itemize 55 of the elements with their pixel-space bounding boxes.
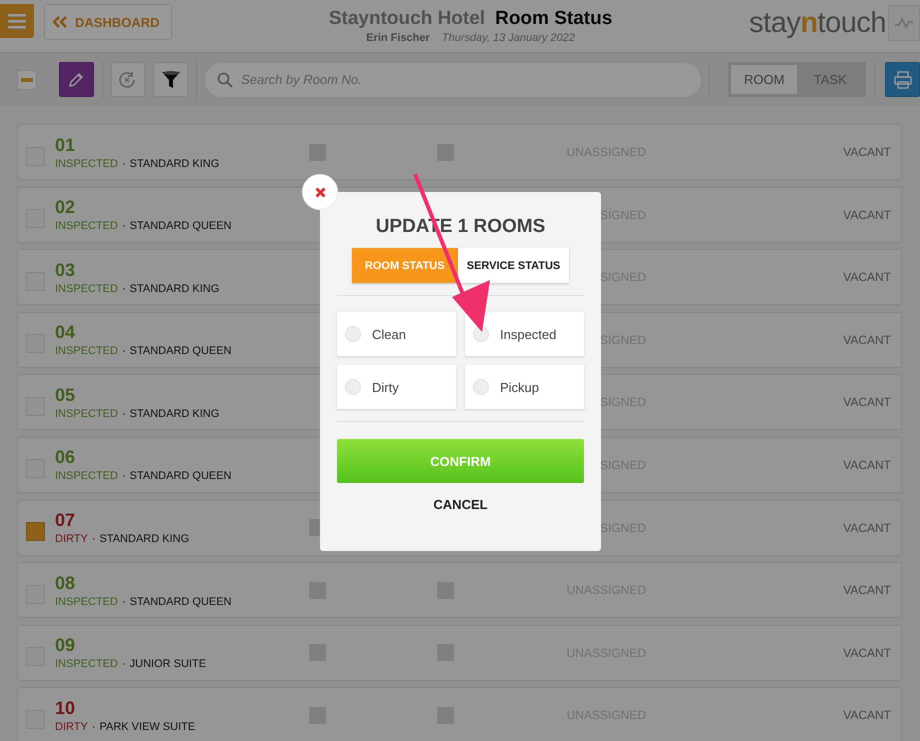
separator-dot: · xyxy=(122,220,126,232)
room-number: 01 xyxy=(55,134,76,156)
separator-dot: · xyxy=(122,658,126,670)
room-number: 02 xyxy=(55,197,76,218)
room-status: INSPECTED xyxy=(55,470,118,482)
room-status: INSPECTED xyxy=(55,658,118,670)
separator-dot: · xyxy=(92,720,96,733)
occupancy-text: VACANT xyxy=(843,145,891,159)
room-number: 04 xyxy=(55,322,76,344)
hotel-name: Stayntouch Hotel xyxy=(328,8,486,30)
room-status: INSPECTED xyxy=(55,408,118,420)
room-type: STANDARD QUEEN xyxy=(130,220,232,232)
separator-dot: · xyxy=(122,282,126,295)
occupancy-text: VACANT xyxy=(843,708,891,722)
occupancy-text: VACANT xyxy=(843,458,891,472)
room-status: INSPECTED xyxy=(55,220,118,232)
room-status: INSPECTED xyxy=(55,596,118,608)
occupancy-text: VACANT xyxy=(843,583,891,598)
separator-dot: · xyxy=(122,470,126,482)
room-status: DIRTY xyxy=(55,720,88,733)
room-number: 08 xyxy=(55,572,76,594)
occupancy-text: VACANT xyxy=(843,395,891,410)
separator-dot: · xyxy=(92,533,96,546)
room-type: STANDARD KING xyxy=(130,282,220,295)
room-type: STANDARD KING xyxy=(130,158,220,170)
separator-dot: · xyxy=(122,158,126,170)
room-type: STANDARD QUEEN xyxy=(130,470,232,482)
room-status: DIRTY xyxy=(55,533,88,546)
occupancy-text: VACANT xyxy=(843,520,891,535)
occupancy-text: VACANT xyxy=(843,208,891,222)
room-number: 10 xyxy=(55,698,76,719)
occupancy-text: VACANT xyxy=(843,332,891,347)
room-type: JUNIOR SUITE xyxy=(130,658,206,670)
room-number: 09 xyxy=(55,635,76,656)
date-text: Thursday, 13 January 2022 xyxy=(442,32,575,44)
room-number: 07 xyxy=(55,510,76,532)
separator-dot: · xyxy=(122,345,126,358)
room-number: 03 xyxy=(55,260,76,281)
page-title: Room Status xyxy=(495,8,612,30)
user-name: Erin Fischer xyxy=(366,32,430,44)
room-type: PARK VIEW SUITE xyxy=(99,720,196,733)
room-type: STANDARD KING xyxy=(99,533,190,546)
separator-dot: · xyxy=(122,596,126,608)
separator-dot: · xyxy=(122,408,126,420)
logo: stayntouch xyxy=(749,6,886,40)
room-type: STANDARD KING xyxy=(130,408,220,420)
occupancy-text: VACANT xyxy=(843,646,891,660)
room-type: STANDARD QUEEN xyxy=(130,596,232,608)
room-status: INSPECTED xyxy=(55,282,118,295)
room-number: 05 xyxy=(55,384,76,406)
room-type: STANDARD QUEEN xyxy=(130,345,232,358)
occupancy-text: VACANT xyxy=(843,270,891,284)
room-status: INSPECTED xyxy=(55,158,118,170)
room-status: INSPECTED xyxy=(55,345,118,358)
room-number: 06 xyxy=(55,447,76,468)
